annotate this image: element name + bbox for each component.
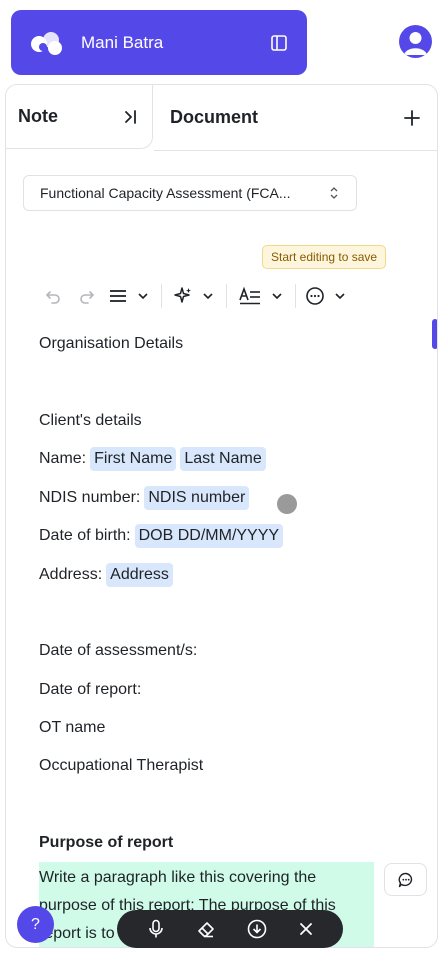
address-placeholder[interactable]: Address [106, 562, 173, 587]
ot-title-label: Occupational Therapist [39, 757, 204, 775]
help-button[interactable]: ? [17, 906, 54, 943]
cursor-indicator [277, 494, 297, 514]
tab-document-label: Document [170, 107, 259, 127]
tab-document[interactable]: Document [154, 85, 437, 151]
more-options-button[interactable] [303, 282, 349, 310]
name-label: Name: [39, 450, 87, 468]
chevron-updown-icon [330, 187, 338, 199]
chevron-down-icon [272, 293, 282, 300]
more-horizontal-icon [306, 287, 324, 305]
template-select-value: Functional Capacity Assessment (FCA... [40, 185, 291, 201]
close-icon[interactable] [298, 921, 314, 937]
address-label: Address: [39, 565, 103, 583]
chevron-down-icon [138, 293, 148, 300]
align-menu-button[interactable] [104, 282, 154, 310]
tab-note[interactable]: Note [6, 85, 153, 149]
first-name-placeholder[interactable]: First Name [90, 447, 177, 472]
download-icon[interactable] [247, 919, 267, 939]
ot-name-label: OT name [39, 719, 106, 737]
toolbar-divider [295, 284, 296, 308]
user-name: Mani Batra [81, 32, 164, 52]
dob-placeholder[interactable]: DOB DD/MM/YYYY [134, 524, 284, 549]
save-hint-badge: Start editing to save [262, 245, 387, 269]
doc-blank-line [39, 594, 384, 632]
purpose-heading: Purpose of report [39, 834, 174, 852]
tab-note-label: Note [18, 106, 58, 126]
ndis-placeholder[interactable]: NDIS number [144, 485, 250, 510]
doc-blank-line [39, 363, 384, 401]
align-icon [110, 290, 126, 302]
sparkle-icon [174, 287, 191, 303]
template-select[interactable]: Functional Capacity Assessment (FCA... [23, 175, 357, 211]
toolbar-divider [226, 284, 227, 308]
text-style-icon [239, 286, 260, 305]
app-logo-icon [31, 31, 62, 55]
date-report-label: Date of report: [39, 680, 142, 698]
doc-line: Name: First Name Last Name [39, 440, 384, 478]
doc-line: Client's details [39, 402, 384, 440]
client-details-heading: Client's details [39, 411, 142, 429]
toolbar-divider [161, 284, 162, 308]
tab-bar: Note Document [6, 85, 437, 151]
doc-line: Organisation Details [39, 325, 384, 363]
dob-label: Date of birth: [39, 527, 131, 545]
microphone-icon[interactable] [147, 919, 165, 939]
date-assessment-label: Date of assessment/s: [39, 642, 198, 660]
comment-icon [398, 872, 412, 887]
doc-line: Date of assessment/s: [39, 632, 384, 670]
collapse-panel-icon[interactable] [122, 108, 140, 126]
floating-action-bar [117, 910, 343, 948]
avatar[interactable] [399, 25, 432, 58]
doc-line: Date of birth: DOB DD/MM/YYYY [39, 517, 384, 555]
text-style-menu-button[interactable] [234, 282, 288, 310]
eraser-icon[interactable] [196, 919, 216, 939]
undo-icon[interactable] [36, 282, 70, 310]
doc-line: Address: Address [39, 555, 384, 593]
user-avatar-icon [404, 32, 427, 55]
editor-toolbar [36, 281, 349, 311]
redo-icon[interactable] [70, 282, 104, 310]
chevron-down-icon [203, 293, 213, 300]
doc-line: Purpose of report [39, 824, 384, 862]
chevron-down-icon [335, 293, 345, 300]
sidebar-toggle-icon[interactable] [269, 33, 289, 53]
doc-line: Occupational Therapist [39, 747, 384, 785]
doc-line: NDIS number: NDIS number [39, 479, 384, 517]
editor-panel: Note Document Functional Capacity Assess… [5, 84, 438, 948]
ndis-label: NDIS number: [39, 488, 141, 506]
doc-blank-line [39, 786, 384, 824]
comment-button[interactable] [384, 863, 427, 896]
scrollbar-thumb[interactable] [432, 319, 437, 349]
doc-line: OT name [39, 709, 384, 747]
document-body[interactable]: Organisation Details Client's details Na… [39, 325, 384, 947]
user-switcher[interactable]: Mani Batra [11, 10, 307, 75]
last-name-placeholder[interactable]: Last Name [180, 447, 266, 472]
add-document-icon[interactable] [403, 109, 421, 127]
org-details-heading: Organisation Details [39, 335, 184, 353]
ai-menu-button[interactable] [169, 282, 219, 310]
doc-line: Date of report: [39, 671, 384, 709]
